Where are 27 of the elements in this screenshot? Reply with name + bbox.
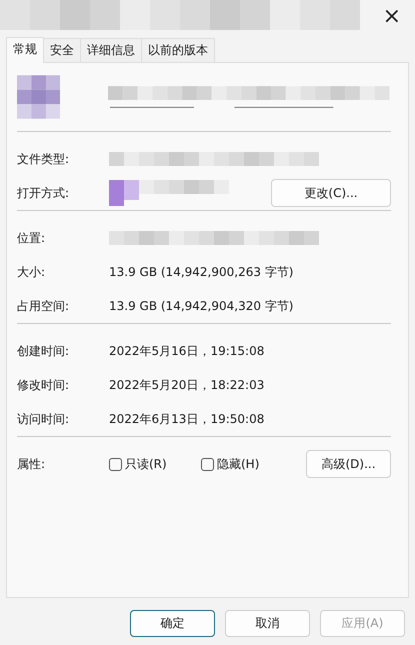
field-label: 修改时间: [17,376,70,394]
field-label: 创建时间: [17,342,70,360]
field-value: 2022年5月20日，18:22:03 [109,376,264,394]
field-label: 属性: [17,456,46,472]
checkbox[interactable] [201,458,214,470]
field-label: 打开方式: [17,184,70,202]
field-value: 2022年6月13日，19:50:08 [109,410,264,428]
close-button[interactable]: × [382,4,401,29]
dialog-button[interactable]: 取消 [225,610,310,637]
blurred-app-icon [109,180,229,206]
checkbox[interactable] [109,458,122,470]
advanced-button[interactable]: 高级(D)... [306,450,391,478]
field-label: 大小: [17,264,46,280]
field-label: 文件类型: [17,150,70,168]
checkbox-label[interactable]: 只读(R) [125,456,167,472]
blurred-file-icon [17,75,60,119]
field-label: 访问时间: [17,410,70,428]
field-value: 13.9 GB (14,942,900,263 字节) [109,264,294,280]
field-label: 位置: [17,230,46,246]
field-label: 占用空间: [17,298,70,314]
tab[interactable]: 常规 [6,37,44,63]
field-value: 2022年5月16日，19:15:08 [109,342,264,360]
dialog-button[interactable]: 确定 [130,610,215,637]
checkbox-label[interactable]: 隐藏(H) [217,456,260,472]
change-button[interactable]: 更改(C)... [271,179,391,207]
field-value: 13.9 GB (14,942,904,320 字节) [109,298,294,314]
tab[interactable]: 以前的版本 [141,38,215,62]
